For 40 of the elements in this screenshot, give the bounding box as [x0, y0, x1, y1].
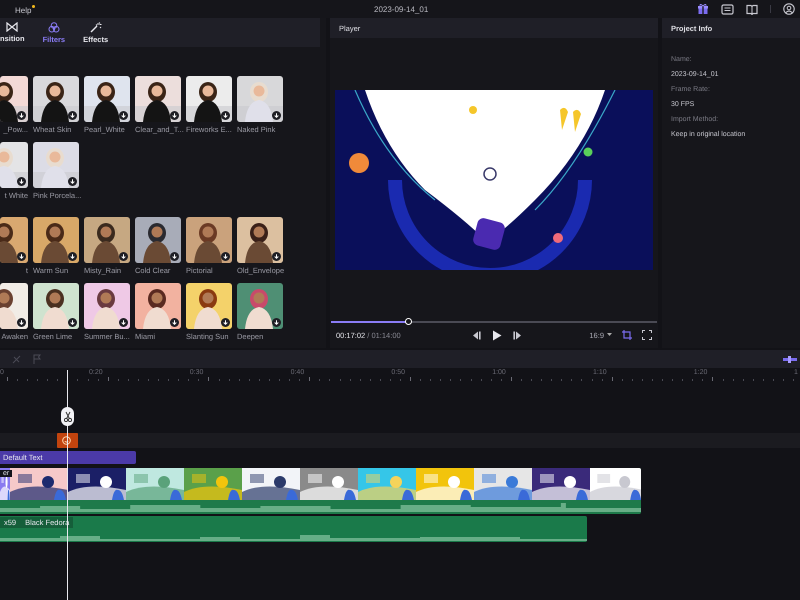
download-icon[interactable]: [170, 111, 179, 120]
download-icon[interactable]: [68, 177, 77, 186]
download-icon[interactable]: [17, 111, 26, 120]
download-icon[interactable]: [272, 318, 281, 327]
user-icon[interactable]: [783, 3, 795, 15]
download-icon[interactable]: [68, 111, 77, 120]
scissors-icon: [64, 411, 72, 422]
crop-icon[interactable]: [622, 330, 632, 340]
message-icon[interactable]: [721, 4, 734, 14]
download-icon[interactable]: [170, 252, 179, 261]
download-icon[interactable]: [272, 111, 281, 120]
book-icon[interactable]: [746, 4, 758, 14]
smiley-icon: [62, 436, 71, 445]
magic-wand-icon: [90, 22, 102, 32]
download-icon[interactable]: [119, 111, 128, 120]
project-title: 2023-09-14_01: [374, 4, 428, 14]
bowtie-icon: [6, 22, 18, 32]
download-icon[interactable]: [272, 252, 281, 261]
next-frame-icon[interactable]: [512, 330, 522, 340]
download-icon[interactable]: [221, 252, 230, 261]
download-icon[interactable]: [221, 111, 230, 120]
gift-icon[interactable]: [697, 3, 709, 15]
play-icon[interactable]: [492, 330, 502, 340]
download-icon[interactable]: [68, 252, 77, 261]
download-icon[interactable]: [17, 318, 26, 327]
fullscreen-icon[interactable]: [642, 330, 652, 340]
download-icon[interactable]: [68, 318, 77, 327]
progress-handle[interactable]: [404, 318, 412, 325]
download-icon[interactable]: [221, 318, 230, 327]
download-icon[interactable]: [17, 252, 26, 261]
download-icon[interactable]: [17, 177, 26, 186]
download-icon[interactable]: [119, 252, 128, 261]
sticker-clip[interactable]: [57, 433, 78, 448]
menu-item[interactable]: Help: [15, 6, 32, 15]
filters-icon: [48, 22, 60, 32]
caret-icon: [607, 333, 612, 337]
download-icon[interactable]: [119, 318, 128, 327]
previous-frame-icon[interactable]: [472, 330, 482, 340]
split-handle[interactable]: [61, 407, 74, 426]
download-icon[interactable]: [170, 318, 179, 327]
